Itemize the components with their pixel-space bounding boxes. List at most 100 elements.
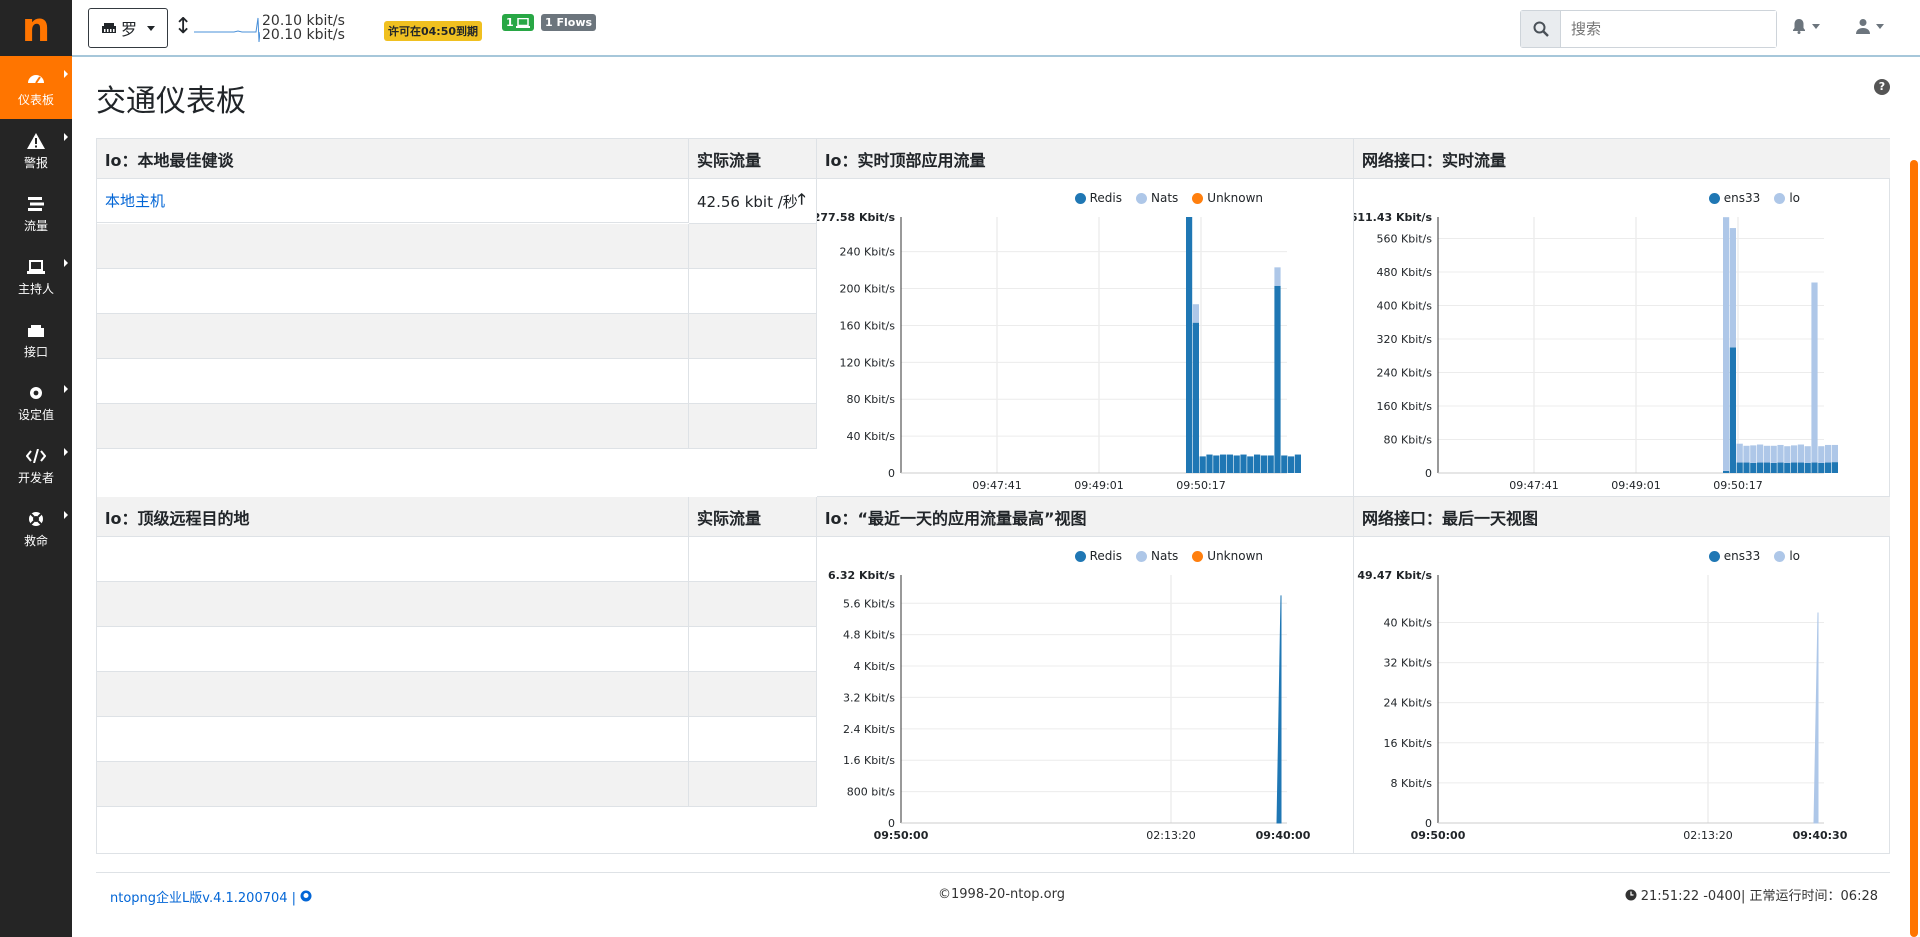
legend-dot bbox=[1074, 192, 1086, 204]
search-button[interactable] bbox=[1521, 11, 1561, 47]
table-row-traffic bbox=[689, 269, 817, 314]
sidebar-item-label: 流量 bbox=[23, 218, 48, 233]
y-max-label: 611.43 Kbit/s bbox=[1354, 211, 1432, 224]
y-max-label: 6.32 Kbit/s bbox=[828, 569, 895, 582]
legend-label: Redis bbox=[1089, 191, 1122, 205]
legend-label: ens33 bbox=[1723, 549, 1761, 563]
bar-lo bbox=[1804, 446, 1811, 463]
bar-Redis bbox=[1288, 456, 1295, 473]
sidebar-item-6[interactable]: 开发者 bbox=[0, 434, 72, 497]
page-scrollbar[interactable] bbox=[1910, 160, 1918, 937]
sidebar-item-0[interactable]: 仪表板 bbox=[0, 56, 72, 119]
bar-ens33 bbox=[1791, 462, 1798, 473]
chart-legend: Redis Nats Unknown bbox=[1074, 191, 1263, 205]
bar-Redis bbox=[1281, 455, 1288, 473]
legend-item[interactable]: lo bbox=[1774, 549, 1800, 563]
table-row-traffic bbox=[689, 537, 817, 582]
y-tick-label: 480 Kbit/s bbox=[1377, 266, 1433, 279]
legend-item[interactable]: Redis bbox=[1074, 191, 1122, 205]
x-tick-label: 09:49:01 bbox=[1074, 479, 1123, 492]
throughput-rates: 20.10 kbit/s 20.10 kbit/s bbox=[262, 14, 345, 42]
y-tick-label: 0 bbox=[1425, 467, 1432, 480]
footer-version[interactable]: ntopng企业L版v.4.1.200704 | bbox=[110, 887, 312, 906]
y-tick-label: 24 Kbit/s bbox=[1384, 697, 1433, 710]
chevron-right-icon bbox=[64, 70, 68, 78]
sidebar-item-5[interactable]: 设定值 bbox=[0, 371, 72, 434]
legend-label: lo bbox=[1789, 549, 1800, 563]
legend-dot bbox=[1708, 192, 1720, 204]
day-apps-chart: 5.6 Kbit/s 4.8 Kbit/s 4 Kbit/s 3.2 Kbit/s 2.… bbox=[817, 537, 1354, 853]
legend-item[interactable]: Unknown bbox=[1192, 191, 1263, 205]
bar-Redis bbox=[1247, 456, 1254, 473]
sidebar-item-2[interactable]: 流量 bbox=[0, 182, 72, 245]
sidebar-item-1[interactable]: 警报 bbox=[0, 119, 72, 182]
license-badge[interactable]: 许可在04:50到期 bbox=[384, 21, 483, 41]
sidebar-item-label: 救命 bbox=[23, 533, 48, 548]
bar-ens33 bbox=[1743, 462, 1750, 473]
interface-selector[interactable]: 罗 bbox=[88, 8, 168, 48]
sidebar-item-4[interactable]: 接口 bbox=[0, 308, 72, 371]
ntopng-logo[interactable]: n bbox=[0, 0, 72, 56]
bar-lo bbox=[1831, 444, 1838, 463]
legend-dot bbox=[1774, 192, 1786, 204]
y-tick-label: 80 Kbit/s bbox=[1384, 434, 1433, 447]
user-menu[interactable] bbox=[1856, 18, 1884, 34]
host-link[interactable]: 本地主机 bbox=[105, 190, 165, 211]
legend-dot bbox=[1192, 192, 1204, 204]
y-tick-label: 240 Kbit/s bbox=[840, 246, 896, 259]
sidebar-item-label: 开发者 bbox=[17, 470, 54, 485]
y-tick-label: 4 Kbit/s bbox=[854, 660, 896, 673]
bar-ens33 bbox=[1723, 470, 1730, 473]
github-icon[interactable] bbox=[300, 890, 312, 902]
search-input[interactable] bbox=[1561, 11, 1776, 47]
sidebar-item-3[interactable]: 主持人 bbox=[0, 245, 72, 308]
day-ifaces-chart: 40 Kbit/s 32 Kbit/s 24 Kbit/s 16 Kbit/s 8 Kb… bbox=[1354, 537, 1890, 853]
y-tick-label: 200 Kbit/s bbox=[840, 283, 896, 296]
bar-Redis bbox=[1199, 456, 1206, 473]
table-row-name bbox=[97, 537, 689, 582]
legend-item[interactable]: Unknown bbox=[1192, 549, 1263, 563]
help-icon[interactable]: ? bbox=[1874, 79, 1890, 95]
realtime-ifaces-header: 网络接口：实时流量 bbox=[1354, 139, 1890, 179]
sidebar-item-label: 主持人 bbox=[17, 281, 54, 296]
legend-item[interactable]: Nats bbox=[1135, 191, 1178, 205]
x-tick-label: 02:13:20 bbox=[1146, 829, 1195, 842]
chart-svg: 5.6 Kbit/s 4.8 Kbit/s 4 Kbit/s 3.2 Kbit/s 2.… bbox=[828, 569, 1311, 842]
sidebar-item-label: 设定值 bbox=[17, 407, 54, 422]
x-tick-label: 09:50:17 bbox=[1176, 479, 1225, 492]
chart-legend: Redis Nats Unknown bbox=[1074, 549, 1263, 563]
bar-Redis bbox=[1294, 454, 1301, 473]
table-row-name bbox=[97, 314, 689, 359]
legend-item[interactable]: lo bbox=[1774, 191, 1800, 205]
legend-item[interactable]: Redis bbox=[1074, 549, 1122, 563]
notifications-menu[interactable] bbox=[1792, 18, 1820, 34]
interface-name: 罗 bbox=[120, 20, 137, 39]
bar-Nats bbox=[1192, 304, 1199, 323]
chevron-down-icon bbox=[1812, 23, 1820, 29]
top-remote-traffic-header: 实际流量 bbox=[689, 497, 817, 537]
sidebar-item-7[interactable]: 救命 bbox=[0, 497, 72, 560]
table-row-name bbox=[97, 717, 689, 762]
hosts-badge[interactable]: 1 bbox=[502, 14, 534, 31]
table-row-name bbox=[97, 269, 689, 314]
table-row-traffic bbox=[689, 404, 817, 449]
legend-item[interactable]: ens33 bbox=[1708, 549, 1761, 563]
traffic-value: 42.56 kbit /秒 bbox=[697, 192, 798, 211]
table-row-name: 本地主机 bbox=[97, 179, 689, 223]
legend-dot bbox=[1135, 550, 1147, 562]
bar-ens33 bbox=[1770, 462, 1777, 473]
legend-item[interactable]: Nats bbox=[1135, 549, 1178, 563]
bar-lo bbox=[1818, 446, 1825, 463]
x-tick-label: 09:50:17 bbox=[1713, 479, 1762, 492]
chevron-down-icon bbox=[1876, 23, 1884, 29]
bar-lo bbox=[1757, 444, 1764, 463]
legend-dot bbox=[1708, 550, 1720, 562]
footer-copyright[interactable]: ©1998-20-ntop.org bbox=[938, 887, 1065, 902]
bar-lo bbox=[1791, 445, 1798, 463]
flows-badge[interactable]: 1 Flows bbox=[541, 14, 597, 31]
y-max-label: 277.58 Kbit/s bbox=[817, 211, 895, 224]
legend-item[interactable]: ens33 bbox=[1708, 191, 1760, 205]
chart-legend: ens33 lo bbox=[1708, 191, 1800, 205]
version-link[interactable]: ntopng企业L版v.4.1.200704 | bbox=[110, 891, 296, 906]
y-tick-label: 16 Kbit/s bbox=[1384, 737, 1433, 750]
